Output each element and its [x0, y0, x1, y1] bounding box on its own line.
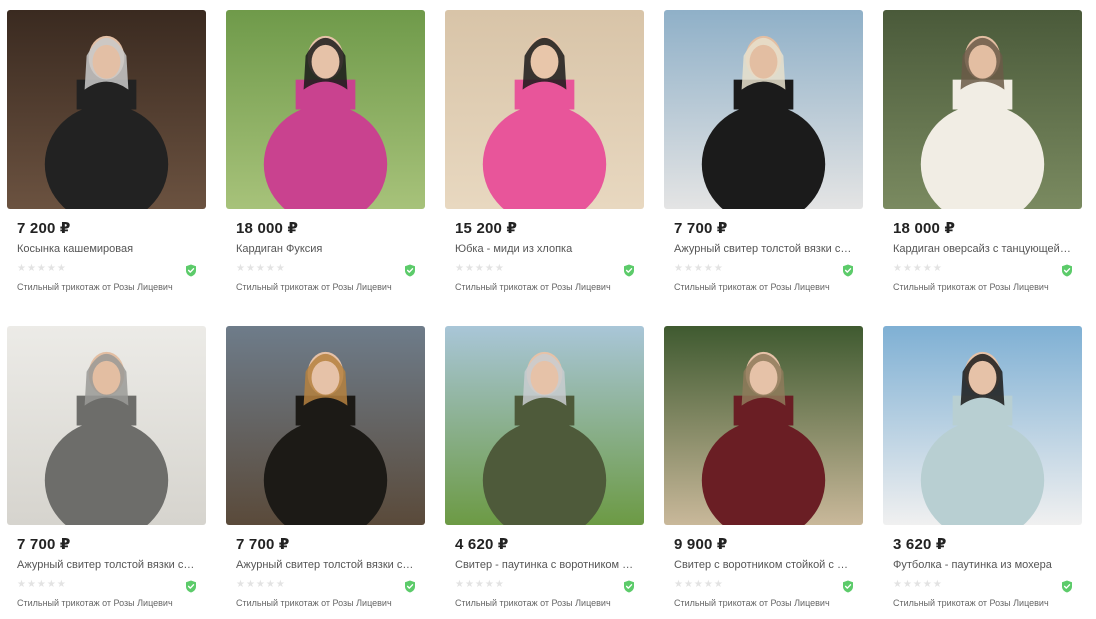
product-price: 9 900 ₽ [674, 536, 728, 553]
seller-name[interactable]: Стильный трикотаж от Розы Лицевич [893, 598, 1049, 608]
product-photo [664, 326, 863, 525]
product-price: 4 620 ₽ [455, 536, 509, 553]
product-photo [445, 326, 644, 525]
product-card[interactable]: 18 000 ₽ Кардиган Фуксия ★★★★★ Стильный три… [226, 10, 426, 300]
seller-name[interactable]: Стильный трикотаж от Розы Лицевич [236, 282, 392, 292]
rating-stars: ★★★★★ [455, 263, 505, 274]
shield-check-icon [1061, 264, 1073, 277]
product-card[interactable]: 9 900 ₽ Свитер с воротником стойкой с раз… [664, 326, 864, 616]
product-price: 7 700 ₽ [17, 536, 71, 553]
product-card[interactable]: 7 200 ₽ Косынка кашемировая ★★★★★ Стильный … [7, 10, 207, 300]
product-image[interactable] [7, 10, 206, 209]
product-price: 7 200 ₽ [17, 220, 71, 237]
product-title[interactable]: Ажурный свитер толстой вязки с открытыми… [236, 559, 416, 571]
rating-stars: ★★★★★ [236, 579, 286, 590]
product-image[interactable] [664, 10, 863, 209]
product-title[interactable]: Юбка - миди из хлопка [455, 243, 635, 255]
product-title[interactable]: Ажурный свитер толстой вязки с высоким г… [17, 559, 197, 571]
product-price: 15 200 ₽ [455, 220, 518, 237]
seller-name[interactable]: Стильный трикотаж от Розы Лицевич [17, 598, 173, 608]
product-photo [883, 10, 1082, 209]
seller-name[interactable]: Стильный трикотаж от Розы Лицевич [455, 282, 611, 292]
product-photo [7, 326, 206, 525]
seller-name[interactable]: Стильный трикотаж от Розы Лицевич [674, 282, 830, 292]
product-photo [883, 326, 1082, 525]
product-title[interactable]: Футболка - паутинка из мохера [893, 559, 1073, 571]
product-photo [226, 10, 425, 209]
product-title[interactable]: Косынка кашемировая [17, 243, 197, 255]
shield-check-icon [185, 264, 197, 277]
product-card[interactable]: 3 620 ₽ Футболка - паутинка из мохера ★★★★… [883, 326, 1083, 616]
product-price: 18 000 ₽ [893, 220, 956, 237]
product-title[interactable]: Свитер - паутинка с воротником - стойкой [455, 559, 635, 571]
product-card[interactable]: 7 700 ₽ Ажурный свитер толстой вязки с от… [664, 10, 864, 300]
product-card[interactable]: 4 620 ₽ Свитер - паутинка с воротником - … [445, 326, 645, 616]
seller-name[interactable]: Стильный трикотаж от Розы Лицевич [674, 598, 830, 608]
rating-stars: ★★★★★ [17, 579, 67, 590]
rating-stars: ★★★★★ [17, 263, 67, 274]
product-image[interactable] [664, 326, 863, 525]
product-card[interactable]: 7 700 ₽ Ажурный свитер толстой вязки с вы… [7, 326, 207, 616]
product-image[interactable] [445, 326, 644, 525]
product-photo [664, 10, 863, 209]
product-card[interactable]: 15 200 ₽ Юбка - миди из хлопка ★★★★★ Стильн… [445, 10, 645, 300]
product-photo [226, 326, 425, 525]
product-title[interactable]: Свитер с воротником стойкой с разрезами [674, 559, 854, 571]
product-title[interactable]: Ажурный свитер толстой вязки с открытыми… [674, 243, 854, 255]
product-price: 7 700 ₽ [674, 220, 728, 237]
shield-check-icon [842, 264, 854, 277]
product-grid: 7 200 ₽ Косынка кашемировая ★★★★★ Стильный … [0, 0, 1096, 619]
product-image[interactable] [7, 326, 206, 525]
product-title[interactable]: Кардиган оверсайз с танцующей резинкой [893, 243, 1073, 255]
product-card[interactable]: 7 700 ₽ Ажурный свитер толстой вязки с от… [226, 326, 426, 616]
product-image[interactable] [883, 326, 1082, 525]
rating-stars: ★★★★★ [455, 579, 505, 590]
product-image[interactable] [226, 326, 425, 525]
seller-name[interactable]: Стильный трикотаж от Розы Лицевич [236, 598, 392, 608]
product-image[interactable] [883, 10, 1082, 209]
product-price: 18 000 ₽ [236, 220, 299, 237]
product-price: 7 700 ₽ [236, 536, 290, 553]
product-title[interactable]: Кардиган Фуксия [236, 243, 416, 255]
shield-check-icon [623, 580, 635, 593]
shield-check-icon [185, 580, 197, 593]
product-card[interactable]: 18 000 ₽ Кардиган оверсайз с танцующей ре… [883, 10, 1083, 300]
rating-stars: ★★★★★ [893, 263, 943, 274]
shield-check-icon [404, 580, 416, 593]
seller-name[interactable]: Стильный трикотаж от Розы Лицевич [17, 282, 173, 292]
shield-check-icon [842, 580, 854, 593]
seller-name[interactable]: Стильный трикотаж от Розы Лицевич [893, 282, 1049, 292]
rating-stars: ★★★★★ [674, 263, 724, 274]
shield-check-icon [1061, 580, 1073, 593]
shield-check-icon [404, 264, 416, 277]
product-image[interactable] [226, 10, 425, 209]
shield-check-icon [623, 264, 635, 277]
rating-stars: ★★★★★ [674, 579, 724, 590]
product-image[interactable] [445, 10, 644, 209]
product-photo [445, 10, 644, 209]
seller-name[interactable]: Стильный трикотаж от Розы Лицевич [455, 598, 611, 608]
product-photo [7, 10, 206, 209]
product-price: 3 620 ₽ [893, 536, 947, 553]
rating-stars: ★★★★★ [893, 579, 943, 590]
rating-stars: ★★★★★ [236, 263, 286, 274]
